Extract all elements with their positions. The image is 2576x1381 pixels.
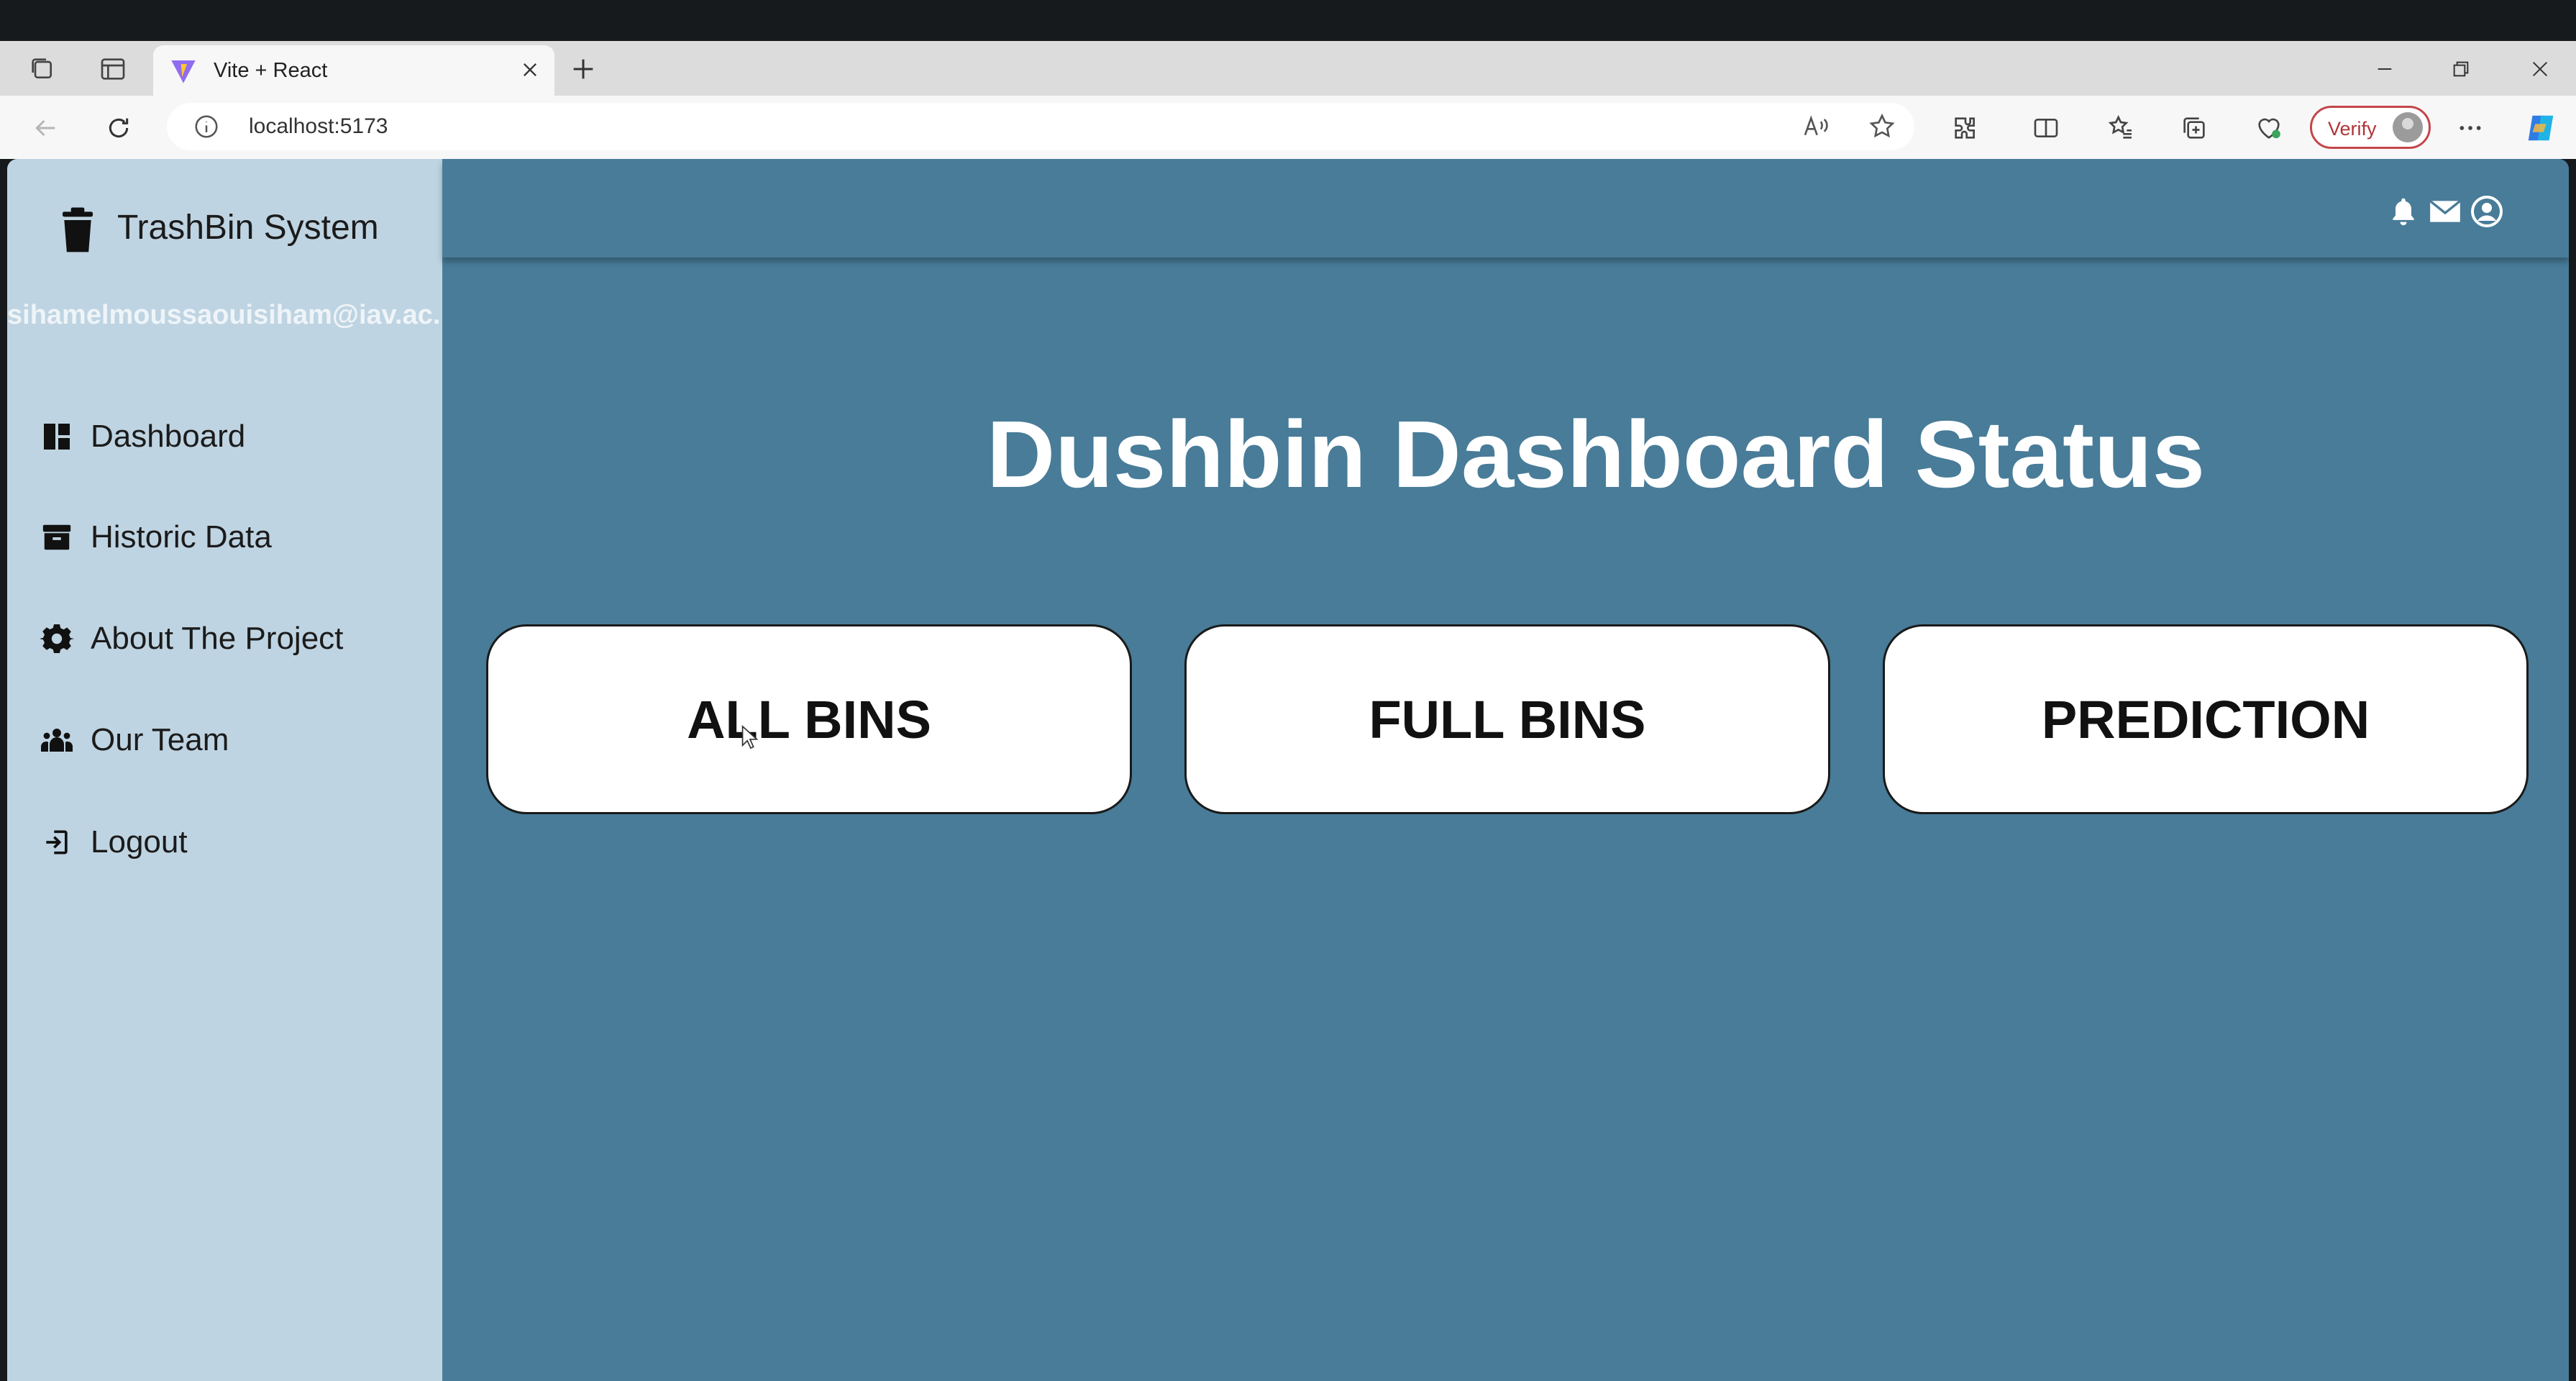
mail-icon[interactable] xyxy=(2427,193,2463,229)
page-title: Dushbin Dashboard Status xyxy=(986,401,2206,507)
team-icon xyxy=(37,721,76,760)
workspaces-icon[interactable] xyxy=(24,51,60,87)
user-email: sihamelmoussaouisiham@iav.ac.ma xyxy=(7,300,442,330)
top-header xyxy=(442,159,2569,257)
tab-title: Vite + React xyxy=(214,59,328,82)
card-label: ALL BINS xyxy=(687,689,931,749)
sidebar: TrashBin System sihamelmoussaouisiham@ia… xyxy=(7,159,442,1381)
bell-icon[interactable] xyxy=(2385,193,2421,229)
sidebar-item-about-the-project[interactable]: About The Project xyxy=(37,610,426,667)
favorite-star-icon[interactable] xyxy=(1864,109,1900,145)
more-options-icon[interactable] xyxy=(2452,110,2488,146)
split-screen-icon[interactable] xyxy=(2028,110,2064,146)
window-top-band xyxy=(0,0,2576,41)
verify-label: Verify xyxy=(2328,118,2377,140)
close-tab-icon[interactable] xyxy=(516,55,544,84)
brand-title: TrashBin System xyxy=(117,209,379,247)
sidebar-item-label: Logout xyxy=(91,824,188,860)
card-label: PREDICTION xyxy=(2041,689,2370,749)
main-content: Dushbin Dashboard Status ALL BINS FULL B… xyxy=(442,159,2569,1381)
prediction-button[interactable]: PREDICTION xyxy=(1883,624,2529,814)
all-bins-button[interactable]: ALL BINS xyxy=(486,624,1132,814)
user-circle-icon[interactable] xyxy=(2469,193,2505,229)
reload-icon[interactable] xyxy=(101,110,137,146)
close-window-icon[interactable] xyxy=(2520,51,2560,87)
extensions-icon[interactable] xyxy=(1947,110,1983,146)
full-bins-button[interactable]: FULL BINS xyxy=(1184,624,1830,814)
verify-profile-button[interactable]: Verify xyxy=(2310,106,2431,149)
sidebar-item-label: Dashboard xyxy=(91,419,246,454)
restore-icon[interactable] xyxy=(2441,51,2481,87)
mouse-cursor-icon xyxy=(741,725,758,749)
trash-bin-icon xyxy=(63,207,93,252)
minimize-icon[interactable] xyxy=(2365,51,2405,87)
vite-favicon-icon xyxy=(171,60,196,83)
url-text: localhost:5173 xyxy=(249,114,388,138)
collections-icon[interactable] xyxy=(2176,110,2212,146)
archive-icon xyxy=(37,518,76,557)
tab-actions-icon[interactable] xyxy=(95,51,131,87)
sidebar-item-label: About The Project xyxy=(91,621,344,656)
active-tab[interactable]: Vite + React xyxy=(153,45,554,96)
address-bar[interactable]: localhost:5173 xyxy=(167,103,1914,150)
site-info-icon[interactable] xyxy=(193,113,220,140)
browser-navbar: localhost:5173 Verify xyxy=(0,96,2576,159)
sidebar-item-label: Historic Data xyxy=(91,519,272,555)
sidebar-item-dashboard[interactable]: Dashboard xyxy=(37,408,426,465)
new-tab-icon[interactable] xyxy=(565,51,601,87)
sidebar-item-our-team[interactable]: Our Team xyxy=(37,711,426,769)
sidebar-item-label: Our Team xyxy=(91,722,229,757)
profile-avatar-icon xyxy=(2393,112,2423,142)
favorites-icon[interactable] xyxy=(2103,110,2139,146)
browser-tab-strip: Vite + React xyxy=(0,41,2576,96)
app-viewport: TrashBin System sihamelmoussaouisiham@ia… xyxy=(7,159,2569,1381)
copilot-icon[interactable] xyxy=(2523,110,2559,146)
browser-essentials-icon[interactable] xyxy=(2251,110,2287,146)
sidebar-item-logout[interactable]: Logout xyxy=(37,813,426,871)
dashboard-icon xyxy=(37,417,76,456)
gear-icon xyxy=(37,619,76,658)
card-label: FULL BINS xyxy=(1369,689,1646,749)
sidebar-item-historic-data[interactable]: Historic Data xyxy=(37,509,426,566)
read-aloud-icon[interactable] xyxy=(1798,109,1834,145)
back-icon[interactable] xyxy=(27,110,63,146)
logout-icon xyxy=(37,823,76,862)
